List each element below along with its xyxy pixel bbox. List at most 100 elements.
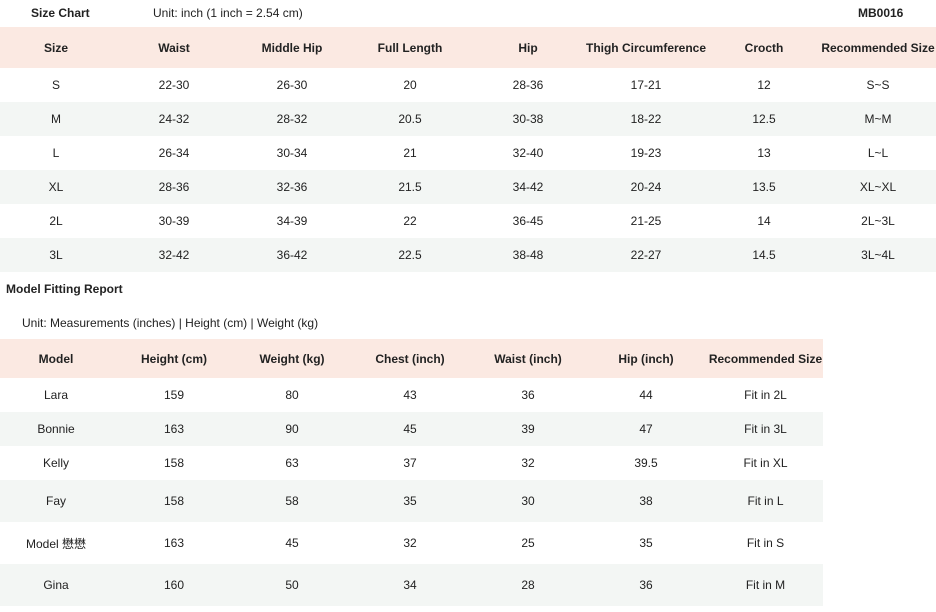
model-fitting-cell: 158 <box>163 456 185 470</box>
model-fitting-cell: 90 <box>285 422 299 436</box>
size-chart-cell: 22-30 <box>158 78 190 92</box>
model-fitting-cell: 43 <box>403 388 417 402</box>
model-fitting-cell: 32 <box>521 456 535 470</box>
size-chart-cell: 36-42 <box>276 248 308 262</box>
model-fitting-cell: Fit in M <box>745 578 786 592</box>
model-fitting-cell: Lara <box>43 388 69 402</box>
size-chart-cell: 14 <box>757 214 771 228</box>
size-chart-row: L 26-34 30-34 21 32-40 19-23 13 L~L <box>0 136 936 170</box>
model-fitting-cell: Fit in L <box>747 494 784 508</box>
size-chart-cell: 26-30 <box>276 78 308 92</box>
model-fitting-cell: 38 <box>639 494 653 508</box>
model-fitting-cell: 35 <box>403 494 417 508</box>
model-fitting-row: Kelly 158 63 37 32 39.5 Fit in XL <box>0 446 823 480</box>
size-chart-cell: 32-42 <box>158 248 190 262</box>
size-chart-cell: 32-40 <box>512 146 544 160</box>
model-fitting-cell: Bonnie <box>37 422 75 436</box>
size-chart-cell: 3L <box>49 248 63 262</box>
model-fitting-cell: Fit in S <box>746 536 785 550</box>
model-fitting-header-row: Model Height (cm) Weight (kg) Chest (inch) W… <box>0 339 823 378</box>
model-fitting-cell: Model 懋懋 <box>25 536 87 551</box>
size-chart-row: S 22-30 26-30 20 28-36 17-21 12 S~S <box>0 68 936 102</box>
size-chart-row: 2L 30-39 34-39 22 36-45 21-25 14 2L~3L <box>0 204 936 238</box>
size-chart-cell: L <box>52 146 60 160</box>
size-chart-cell: 38-48 <box>512 248 544 262</box>
model-fitting-cell: 28 <box>521 578 535 592</box>
model-fitting-cell: 159 <box>163 388 185 402</box>
model-fitting-column-header: Recommended Size <box>708 351 823 366</box>
size-chart-cell: 21-25 <box>630 214 662 228</box>
model-fitting-unit: Unit: Measurements (inches) | Height (cm… <box>22 316 319 330</box>
size-chart-cell: 22.5 <box>398 248 422 262</box>
size-chart-cell: 26-34 <box>158 146 190 160</box>
model-fitting-table: Model Height (cm) Weight (kg) Chest (inch) W… <box>0 339 823 606</box>
model-fitting-column-header: Height (cm) <box>141 351 207 366</box>
model-fitting-cell: 32 <box>403 536 417 550</box>
size-chart-cell: 22-27 <box>630 248 662 262</box>
model-fitting-column-header: Waist (inch) <box>494 351 562 366</box>
model-fitting-cell: 35 <box>639 536 653 550</box>
size-chart-cell: 20-24 <box>630 180 662 194</box>
model-fitting-row: Lara 159 80 43 36 44 Fit in 2L <box>0 378 823 412</box>
size-chart-cell: 36-45 <box>512 214 544 228</box>
size-chart-cell: 12 <box>757 78 771 92</box>
model-fitting-cell: 63 <box>285 456 299 470</box>
size-chart-unit: Unit: inch (1 inch = 2.54 cm) <box>153 6 303 20</box>
size-chart-cell: XL~XL <box>859 180 897 194</box>
size-chart-column-header: Hip <box>518 40 538 55</box>
model-fitting-column-header: Model <box>38 351 74 366</box>
model-fitting-cell: 30 <box>521 494 535 508</box>
size-chart-cell: M~M <box>864 112 892 126</box>
model-fitting-cell: 47 <box>639 422 653 436</box>
model-fitting-cell: Fit in XL <box>743 456 788 470</box>
model-fitting-cell: 50 <box>285 578 299 592</box>
size-chart-cell: S <box>51 78 60 92</box>
size-chart-cell: 28-36 <box>158 180 190 194</box>
size-chart-cell: 19-23 <box>630 146 662 160</box>
size-chart-cell: 20.5 <box>398 112 422 126</box>
size-chart-cell: 12.5 <box>752 112 776 126</box>
size-chart-cell: L~L <box>867 146 889 160</box>
model-fitting-cell: 80 <box>285 388 299 402</box>
model-fitting-row: Model 懋懋 163 45 32 25 35 Fit in S <box>0 522 823 564</box>
model-fitting-row: Bonnie 163 90 45 39 47 Fit in 3L <box>0 412 823 446</box>
size-chart-column-header: Size <box>43 40 68 55</box>
model-fitting-row: Fay 158 58 35 30 38 Fit in L <box>0 480 823 522</box>
model-fitting-row: Gina 160 50 34 28 36 Fit in M <box>0 564 823 606</box>
model-fitting-cell: Fit in 3L <box>744 422 787 436</box>
model-fitting-cell: 34 <box>403 578 417 592</box>
size-chart-cell: 22 <box>403 214 417 228</box>
size-chart-column-header: Waist <box>158 40 190 55</box>
model-fitting-cell: 39.5 <box>634 456 658 470</box>
size-chart-cell: 20 <box>403 78 417 92</box>
model-fitting-cell: Kelly <box>42 456 69 470</box>
model-fitting-cell: 36 <box>639 578 653 592</box>
size-chart-cell: 32-36 <box>276 180 308 194</box>
size-chart-column-header: Full Length <box>377 40 443 55</box>
size-chart-cell: 30-39 <box>158 214 190 228</box>
size-chart-cell: 13 <box>757 146 771 160</box>
model-fitting-cell: 45 <box>403 422 417 436</box>
model-fitting-cell: 163 <box>163 536 185 550</box>
size-chart-table: Size Waist Middle Hip Full Length Hip Thigh C… <box>0 27 936 272</box>
size-chart-cell: 14.5 <box>752 248 776 262</box>
model-fitting-cell: 58 <box>285 494 299 508</box>
model-fitting-cell: 25 <box>521 536 535 550</box>
model-fitting-column-header: Weight (kg) <box>259 351 325 366</box>
model-fitting-cell: 39 <box>521 422 535 436</box>
size-chart-column-header: Crocth <box>744 40 784 55</box>
size-chart-cell: 34-39 <box>276 214 308 228</box>
size-chart-cell: 28-32 <box>276 112 308 126</box>
model-fitting-cell: 36 <box>521 388 535 402</box>
size-chart-row: XL 28-36 32-36 21.5 34-42 20-24 13.5 XL~XL <box>0 170 936 204</box>
model-fitting-cell: Fay <box>45 494 66 508</box>
size-chart-cell: M <box>51 112 61 126</box>
model-fitting-cell: 44 <box>639 388 653 402</box>
size-chart-cell: 17-21 <box>630 78 662 92</box>
model-fitting-cell: Fit in 2L <box>744 388 787 402</box>
size-chart-cell: 2L~3L <box>861 214 895 228</box>
size-chart-row: M 24-32 28-32 20.5 30-38 18-22 12.5 M~M <box>0 102 936 136</box>
size-chart-page: Size Chart Unit: inch (1 inch = 2.54 cm)… <box>0 0 936 612</box>
size-chart-cell: 18-22 <box>630 112 662 126</box>
model-fitting-cell: 163 <box>163 422 185 436</box>
